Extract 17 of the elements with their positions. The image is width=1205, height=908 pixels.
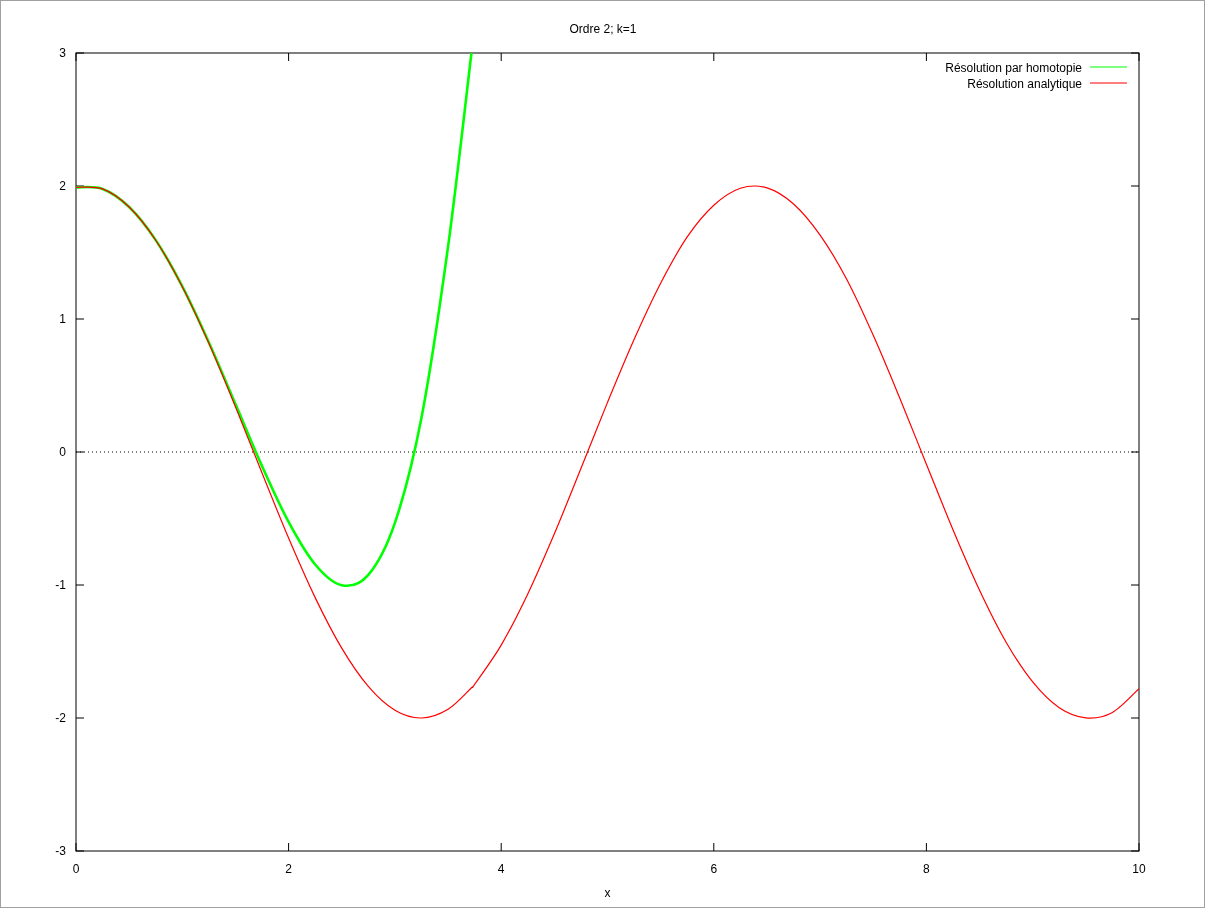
y-tick-label: -3	[55, 844, 66, 858]
legend-label: Résolution par homotopie	[945, 61, 1082, 75]
legend-label: Résolution analytique	[967, 77, 1082, 91]
y-tick-label: -2	[55, 711, 66, 725]
y-tick-label: 2	[59, 179, 66, 193]
y-tick-label: 0	[59, 445, 66, 459]
x-axis-label: x	[604, 886, 611, 900]
y-tick-label: -1	[55, 578, 66, 592]
x-tick-label: 10	[1132, 862, 1146, 876]
y-tick-label: 1	[59, 312, 66, 326]
chart-title: Ordre 2; k=1	[569, 22, 637, 36]
x-tick-label: 0	[72, 862, 80, 876]
x-tick-label: 6	[710, 862, 718, 876]
x-tick-label: 2	[285, 862, 292, 876]
x-tick-label: 4	[497, 862, 505, 876]
y-tick-label: 3	[59, 46, 66, 60]
x-tick-label: 8	[923, 862, 930, 876]
